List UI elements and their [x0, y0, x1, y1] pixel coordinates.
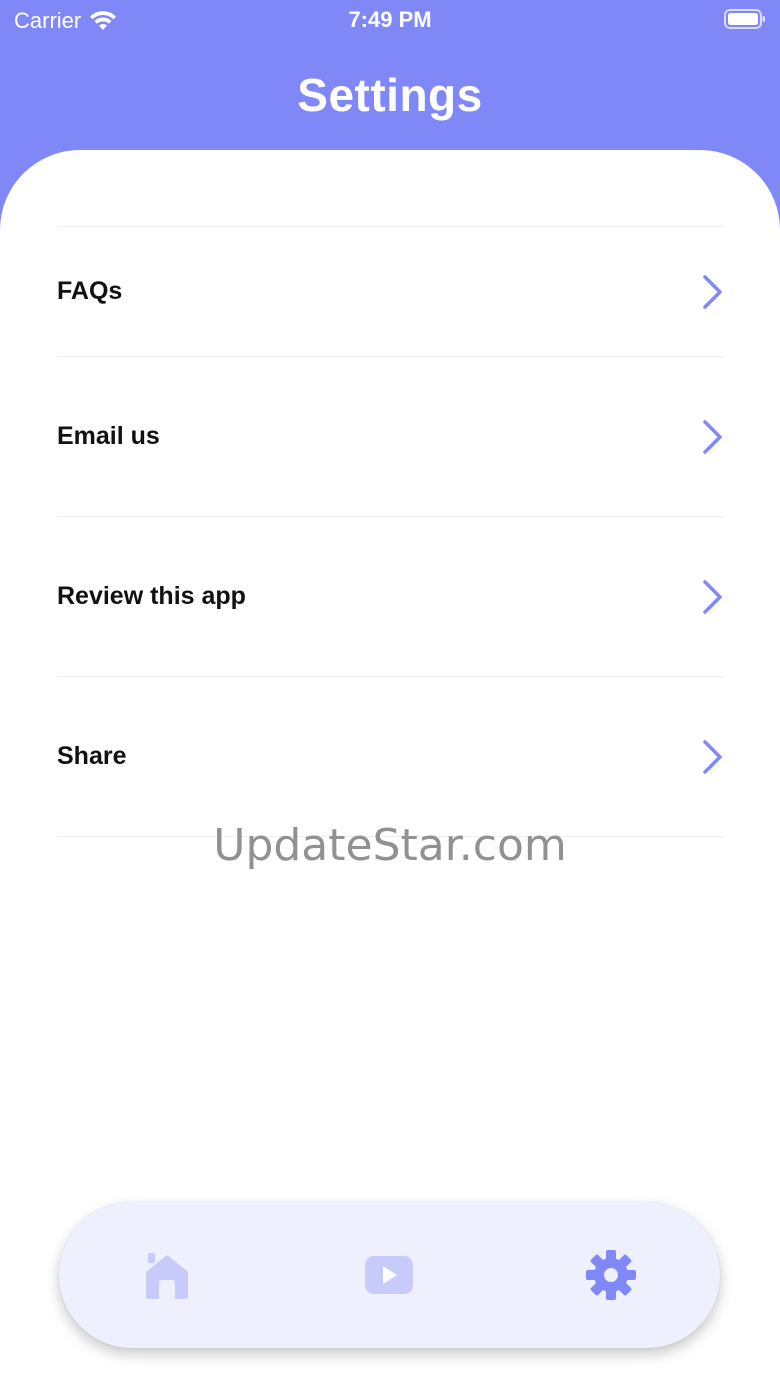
- tab-home[interactable]: [139, 1247, 195, 1303]
- settings-list: FAQs Email us Review this app Share: [57, 226, 724, 837]
- tab-video[interactable]: [361, 1247, 417, 1303]
- settings-item-label: Review this app: [57, 582, 246, 610]
- play-icon: [365, 1256, 413, 1294]
- watermark: UpdateStar.com: [213, 820, 567, 871]
- settings-item-faqs[interactable]: FAQs: [57, 227, 724, 357]
- settings-item-email-us[interactable]: Email us: [57, 357, 724, 517]
- tab-bar: [59, 1202, 720, 1348]
- tab-settings[interactable]: [583, 1247, 639, 1303]
- status-bar: Carrier 7:49 PM: [0, 0, 780, 40]
- home-icon: [146, 1253, 188, 1299]
- chevron-right-icon: [703, 739, 722, 774]
- settings-item-share[interactable]: Share: [57, 677, 724, 837]
- battery-icon: [724, 9, 765, 29]
- chevron-right-icon: [703, 579, 722, 614]
- chevron-right-icon: [703, 419, 722, 454]
- gear-icon: [586, 1250, 636, 1300]
- settings-item-review-app[interactable]: Review this app: [57, 517, 724, 677]
- page-title: Settings: [297, 69, 483, 121]
- status-time: 7:49 PM: [348, 7, 432, 32]
- settings-item-label: Share: [57, 742, 127, 770]
- chevron-right-icon: [703, 274, 722, 309]
- settings-item-label: FAQs: [57, 277, 123, 305]
- settings-item-label: Email us: [57, 422, 160, 450]
